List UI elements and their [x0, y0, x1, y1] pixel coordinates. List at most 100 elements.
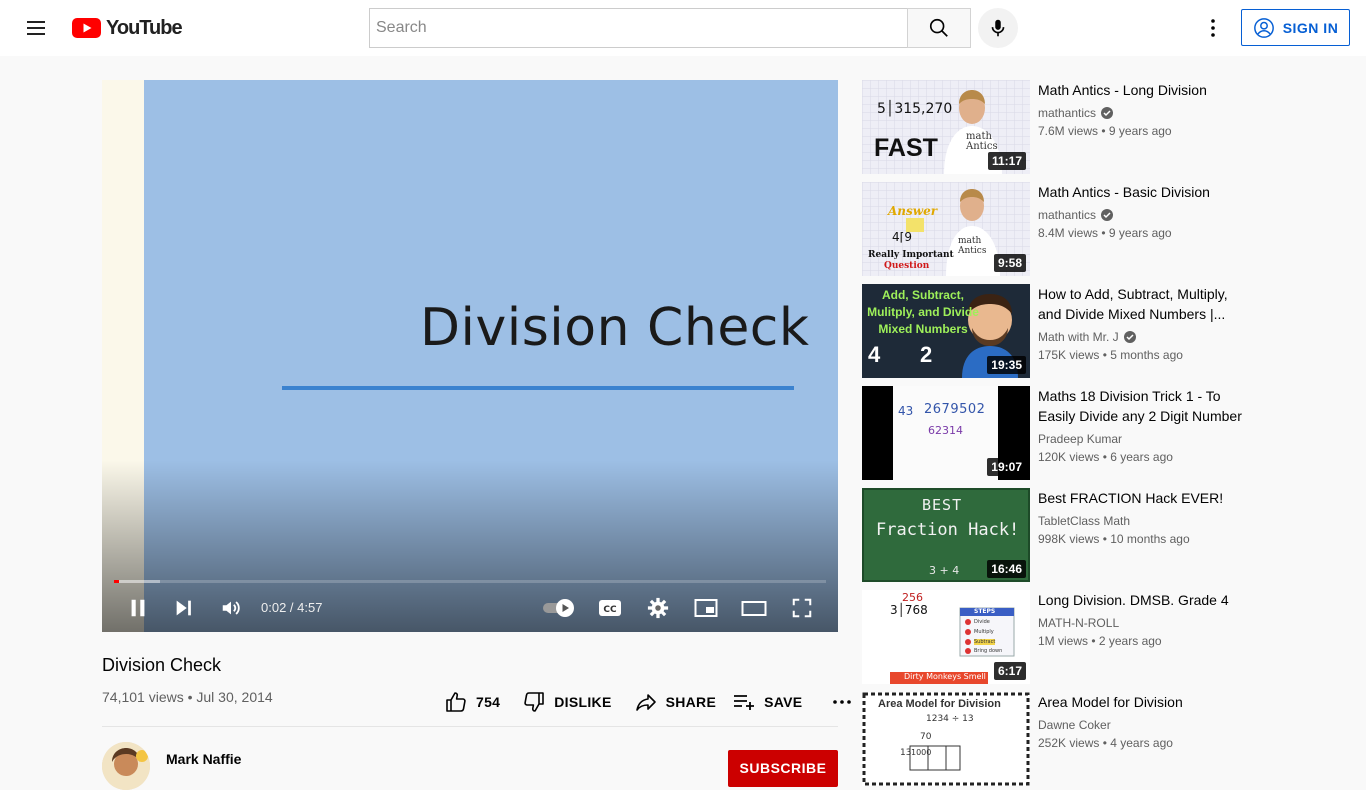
channel-name: TabletClass Math	[1038, 514, 1131, 528]
recommendation-item[interactable]: 5│315,270 FAST math Antics 11:17 Math An…	[862, 80, 1252, 174]
thumbnail-text: 4⌈9	[892, 230, 912, 244]
subscribe-button[interactable]: SUBSCRIBE	[728, 750, 838, 787]
search-button[interactable]	[907, 8, 971, 48]
recommendation-item[interactable]: 3 + 4 BEST Fraction Hack! 16:46 Best FRA…	[862, 488, 1252, 582]
thumbnail-text: Divide	[974, 619, 990, 625]
video-thumbnail[interactable]: Answer 4⌈9 Really Important Question mat…	[862, 182, 1030, 276]
thumbnail-text: BEST	[922, 496, 963, 514]
thumbnail-text: 1234 ÷ 13	[926, 714, 974, 724]
recommendation-channel[interactable]: MATH-N-ROLL	[1038, 616, 1119, 630]
youtube-logo[interactable]: YouTube	[72, 16, 183, 40]
avatar-image	[102, 742, 150, 790]
thumbnail-text: Bring down	[974, 648, 1003, 654]
channel-avatar[interactable]	[102, 742, 150, 790]
verified-badge-icon	[1101, 107, 1114, 119]
recommendation-title[interactable]: Math Antics - Long Division	[1038, 80, 1244, 100]
video-thumbnail[interactable]: 43 2679502 62314 19:07	[862, 386, 1030, 480]
recommendation-title[interactable]: Best FRACTION Hack EVER!	[1038, 488, 1244, 508]
guide-menu-button[interactable]	[16, 8, 56, 48]
verified-badge-icon	[1101, 209, 1114, 221]
video-thumbnail[interactable]: 3 + 4 BEST Fraction Hack! 16:46	[862, 488, 1030, 582]
save-label: SAVE	[764, 694, 803, 710]
settings-menu-button[interactable]	[1193, 8, 1233, 48]
closed-captions-icon: CC	[599, 600, 621, 616]
recommendation-channel[interactable]: mathantics	[1038, 208, 1114, 222]
recommendation-item[interactable]: Answer 4⌈9 Really Important Question mat…	[862, 182, 1252, 276]
theater-mode-button[interactable]	[738, 588, 770, 628]
video-thumbnail[interactable]: Add, Subtract, Mulitply, and Divide Mixe…	[862, 284, 1030, 378]
thumbnail-text: FAST	[874, 134, 938, 162]
like-button[interactable]: 754	[436, 684, 508, 720]
recommendation-item[interactable]: 256 3│768 STEPS Divide Multiply Subtract…	[862, 590, 1252, 684]
thumbnail-text: 4	[868, 342, 881, 367]
recommendation-stats: 120K views • 6 years ago	[1038, 450, 1173, 464]
youtube-play-logo-icon	[72, 18, 101, 38]
thumbnail-text: Area Model for Division	[878, 698, 1001, 710]
miniplayer-button[interactable]	[690, 588, 722, 628]
recommendation-channel[interactable]: Pradeep Kumar	[1038, 432, 1122, 446]
recommendation-title[interactable]: How to Add, Subtract, Multiply, and Divi…	[1038, 284, 1244, 324]
dislike-label: DISLIKE	[554, 694, 612, 710]
more-horizontal-icon	[833, 700, 852, 704]
recommendation-channel[interactable]: TabletClass Math	[1038, 514, 1130, 528]
youtube-logo-text: YouTube	[106, 16, 183, 39]
recommendation-channel[interactable]: Math with Mr. J	[1038, 330, 1137, 344]
channel-name: mathantics	[1038, 208, 1097, 222]
channel-name: mathantics	[1038, 106, 1097, 120]
search-icon	[929, 18, 948, 37]
recommendation-stats: 1M views • 2 years ago	[1038, 634, 1162, 648]
channel-name[interactable]: Mark Naffie	[166, 751, 241, 767]
recommendation-stats: 998K views • 10 months ago	[1038, 532, 1190, 546]
channel-name: MATH-N-ROLL	[1038, 616, 1120, 630]
dislike-button[interactable]: DISLIKE	[514, 684, 619, 720]
theater-mode-icon	[741, 601, 767, 616]
next-button[interactable]	[168, 588, 200, 628]
video-thumbnail[interactable]: 256 3│768 STEPS Divide Multiply Subtract…	[862, 590, 1030, 684]
video-thumbnail[interactable]: Area Model for Division 1234 ÷ 13 70 13 …	[862, 692, 1030, 786]
recommendation-title[interactable]: Maths 18 Division Trick 1 - To Easily Di…	[1038, 386, 1244, 426]
recommendation-stats: 7.6M views • 9 years ago	[1038, 124, 1172, 138]
subtitles-button[interactable]: CC	[594, 588, 626, 628]
duration-badge: 19:35	[987, 356, 1026, 374]
info-divider	[102, 726, 838, 727]
recommendation-title[interactable]: Long Division. DMSB. Grade 4	[1038, 590, 1244, 610]
pause-button[interactable]	[122, 588, 154, 628]
share-icon	[635, 694, 656, 711]
video-thumbnail[interactable]: 5│315,270 FAST math Antics 11:17	[862, 80, 1030, 174]
thumbnail-text: 62314	[928, 424, 963, 437]
recommendation-channel[interactable]: Dawne Coker	[1038, 718, 1111, 732]
sign-in-label: SIGN IN	[1282, 19, 1339, 36]
sign-in-button[interactable]: SIGN IN	[1241, 9, 1350, 46]
hamburger-menu-icon	[27, 21, 45, 35]
save-button[interactable]: SAVE	[724, 684, 810, 720]
slide-underline	[282, 386, 794, 390]
video-actions: 754 DISLIKE SHARE SAVE	[436, 684, 862, 720]
fullscreen-button[interactable]	[786, 588, 818, 628]
thumbnail-text: 70	[920, 732, 932, 742]
thumbnail-text: Add, Subtract, Mulitply, and Divide Mixe…	[867, 288, 979, 336]
settings-button[interactable]	[642, 588, 674, 628]
recommendation-title[interactable]: Area Model for Division	[1038, 692, 1244, 712]
autoplay-toggle-icon	[543, 599, 574, 617]
account-circle-icon	[1253, 17, 1274, 38]
recommendation-stats: 175K views • 5 months ago	[1038, 348, 1183, 362]
recommendation-title[interactable]: Math Antics - Basic Division	[1038, 182, 1244, 202]
progress-bar[interactable]	[114, 580, 826, 583]
thumbs-down-icon	[524, 692, 545, 712]
recommendation-item[interactable]: Add, Subtract, Mulitply, and Divide Mixe…	[862, 284, 1252, 378]
channel-name: Dawne Coker	[1038, 718, 1111, 732]
autoplay-toggle[interactable]	[540, 588, 578, 628]
thumbnail-text: 3│768	[890, 603, 928, 617]
recommendation-channel[interactable]: mathantics	[1038, 106, 1114, 120]
search-input[interactable]	[369, 8, 907, 48]
mute-button[interactable]	[215, 588, 247, 628]
time-display: 0:02 / 4:57	[261, 600, 323, 615]
svg-text:3 + 4: 3 + 4	[929, 564, 959, 577]
recommendation-item[interactable]: 43 2679502 62314 19:07 Maths 18 Division…	[862, 386, 1252, 480]
more-actions-button[interactable]	[822, 684, 862, 720]
playlist-add-icon	[734, 695, 755, 710]
video-player[interactable]: Division Check 0:02 / 4:57 CC	[102, 80, 838, 632]
voice-search-button[interactable]	[978, 8, 1018, 48]
share-button[interactable]: SHARE	[626, 684, 725, 720]
recommendation-item[interactable]: Area Model for Division 1234 ÷ 13 70 13 …	[862, 692, 1252, 786]
